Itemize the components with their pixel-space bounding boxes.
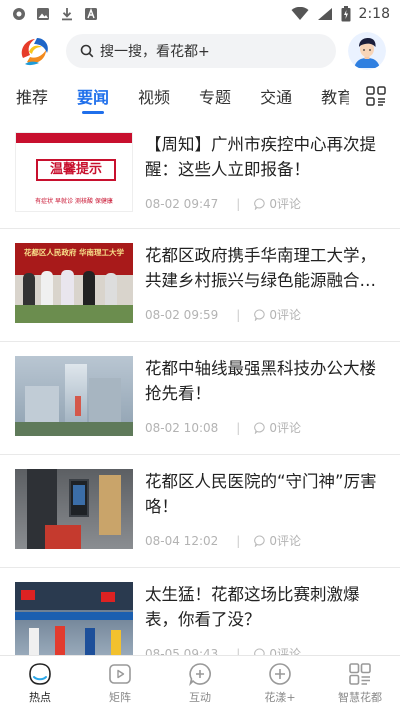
tabs-fade bbox=[344, 76, 364, 116]
news-date: 08-02 09:47 bbox=[145, 196, 219, 211]
news-item[interactable]: 花都区人民医院的“守门神”厉害咯！ 08-04 12:02 | 0评论 bbox=[0, 455, 400, 568]
comment-count: 0评论 bbox=[269, 308, 301, 322]
search-icon bbox=[80, 44, 94, 58]
news-item[interactable]: 太生猛！花都这场比赛刺激爆表，你看了没？ 08-05 09:43 | 0评论 bbox=[0, 568, 400, 655]
comment-icon bbox=[254, 647, 266, 655]
nav-huayang-label: 花漾+ bbox=[264, 691, 296, 704]
battery-icon bbox=[341, 6, 351, 22]
app-logo[interactable] bbox=[14, 31, 54, 71]
news-title[interactable]: 花都区人民医院的“守门神”厉害咯！ bbox=[145, 469, 385, 519]
news-thumbnail bbox=[15, 356, 133, 436]
news-thumbnail: 温馨提示 有症状 早就诊 测核酸 保健康 bbox=[15, 132, 133, 212]
nav-hot-label: 热点 bbox=[29, 691, 51, 704]
nav-matrix[interactable]: 矩阵 bbox=[80, 656, 160, 711]
category-tabs: 推荐 要闻 视频 专题 交通 教育 bbox=[0, 76, 400, 116]
tab-recommend[interactable]: 推荐 bbox=[16, 76, 48, 116]
nav-matrix-label: 矩阵 bbox=[109, 691, 131, 704]
news-item[interactable]: 温馨提示 有症状 早就诊 测核酸 保健康 【周知】广州市疾控中心再次提醒：这些人… bbox=[0, 116, 400, 229]
notification-circle-icon bbox=[12, 7, 26, 21]
comment-count: 0评论 bbox=[269, 197, 301, 211]
hot-icon bbox=[28, 662, 52, 686]
meta-divider: | bbox=[236, 646, 241, 656]
news-title[interactable]: 花都中轴线最强黑科技办公大楼抢先看！ bbox=[145, 356, 385, 406]
app-header: 搜一搜，看花都+ bbox=[0, 28, 400, 74]
comment-icon bbox=[254, 308, 266, 321]
news-item[interactable]: 花都中轴线最强黑科技办公大楼抢先看！ 08-02 10:08 | 0评论 bbox=[0, 342, 400, 455]
signal-icon bbox=[317, 7, 333, 21]
news-date: 08-02 09:59 bbox=[145, 307, 219, 322]
nav-huayang[interactable]: 花漾+ bbox=[240, 656, 320, 711]
channel-manage-icon[interactable] bbox=[366, 86, 386, 106]
news-title[interactable]: 【周知】广州市疾控中心再次提醒：这些人立即报备！ bbox=[145, 132, 385, 182]
status-time: 2:18 bbox=[358, 6, 390, 22]
nav-hot[interactable]: 热点 bbox=[0, 656, 80, 711]
news-list: 温馨提示 有症状 早就诊 测核酸 保健康 【周知】广州市疾控中心再次提醒：这些人… bbox=[0, 116, 400, 655]
news-date: 08-05 09:43 bbox=[145, 646, 219, 656]
nav-smart-huadu-label: 智慧花都 bbox=[338, 691, 382, 704]
nav-interact-label: 互动 bbox=[189, 691, 211, 704]
comment-icon bbox=[254, 197, 266, 210]
search-bar[interactable]: 搜一搜，看花都+ bbox=[66, 34, 336, 68]
meta-divider: | bbox=[236, 533, 241, 548]
download-icon bbox=[60, 7, 74, 21]
meta-divider: | bbox=[236, 196, 241, 211]
news-date: 08-04 12:02 bbox=[145, 533, 219, 548]
image-icon bbox=[36, 7, 50, 21]
news-title[interactable]: 太生猛！花都这场比赛刺激爆表，你看了没？ bbox=[145, 582, 385, 632]
tab-topics[interactable]: 专题 bbox=[199, 76, 231, 116]
comment-icon bbox=[254, 421, 266, 434]
news-thumbnail bbox=[15, 582, 133, 655]
tab-video[interactable]: 视频 bbox=[138, 76, 170, 116]
news-date: 08-02 10:08 bbox=[145, 420, 219, 435]
news-thumbnail: 花都区人民政府 华南理工大学 bbox=[15, 243, 133, 323]
nav-smart-huadu[interactable]: 智慧花都 bbox=[320, 656, 400, 711]
news-title[interactable]: 花都区政府携手华南理工大学，共建乡村振兴与绿色能源融合… bbox=[145, 243, 385, 293]
thumb-caption: 花都区人民政府 华南理工大学 bbox=[23, 248, 125, 257]
thumb-subcaption: 有症状 早就诊 测核酸 保健康 bbox=[35, 198, 113, 205]
nav-interact[interactable]: 互动 bbox=[160, 656, 240, 711]
bottom-navigation: 热点 矩阵 互动 花漾+ 智慧花都 bbox=[0, 655, 400, 711]
tab-traffic[interactable]: 交通 bbox=[260, 76, 292, 116]
comment-icon bbox=[254, 534, 266, 547]
play-icon bbox=[108, 662, 132, 686]
wifi-icon bbox=[291, 7, 309, 21]
tab-headlines[interactable]: 要闻 bbox=[77, 76, 109, 116]
comment-count: 0评论 bbox=[269, 647, 301, 655]
add-icon bbox=[268, 662, 292, 686]
grid-icon bbox=[348, 662, 372, 686]
meta-divider: | bbox=[236, 307, 241, 322]
user-avatar[interactable] bbox=[348, 32, 386, 70]
thumb-caption: 温馨提示 bbox=[36, 159, 116, 181]
font-a-icon bbox=[84, 7, 98, 21]
search-placeholder: 搜一搜，看花都+ bbox=[100, 44, 210, 60]
meta-divider: | bbox=[236, 420, 241, 435]
status-bar: 2:18 bbox=[0, 0, 400, 28]
news-thumbnail bbox=[15, 469, 133, 549]
news-item[interactable]: 花都区人民政府 华南理工大学 花都区政府携手华南理工大学，共建乡村振兴与绿色能源… bbox=[0, 229, 400, 342]
chat-plus-icon bbox=[188, 662, 212, 687]
comment-count: 0评论 bbox=[269, 534, 301, 548]
comment-count: 0评论 bbox=[269, 421, 301, 435]
